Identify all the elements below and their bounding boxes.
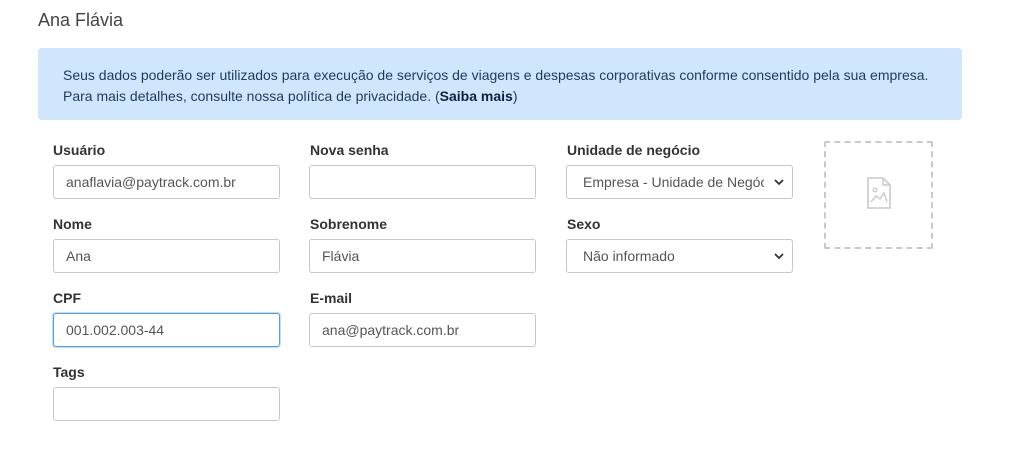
sobrenome-input[interactable]	[309, 239, 536, 273]
chevron-down-icon	[774, 179, 784, 186]
sexo-label: Sexo	[567, 216, 601, 232]
unidade-label: Unidade de negócio	[567, 142, 701, 158]
image-file-icon	[867, 177, 891, 209]
sexo-select[interactable]: Não informado	[566, 239, 793, 273]
saiba-mais-link[interactable]: Saiba mais	[440, 88, 513, 104]
chevron-down-icon	[774, 253, 784, 260]
nome-label: Nome	[53, 216, 92, 232]
photo-upload-area[interactable]	[824, 141, 933, 249]
nova-senha-label: Nova senha	[310, 142, 389, 158]
tags-input[interactable]	[53, 387, 280, 421]
email-input[interactable]	[309, 313, 536, 347]
nome-input[interactable]	[53, 239, 280, 273]
usuario-input[interactable]	[53, 165, 280, 199]
nova-senha-input[interactable]	[309, 165, 536, 199]
usuario-label: Usuário	[53, 142, 106, 158]
page-title: Ana Flávia	[38, 10, 124, 30]
sexo-selected-value: Não informado	[583, 248, 675, 264]
sobrenome-label: Sobrenome	[310, 216, 388, 232]
tags-label: Tags	[53, 364, 85, 380]
unidade-select[interactable]: Empresa - Unidade de Negócio	[566, 165, 793, 199]
privacy-notice: Seus dados poderão ser utilizados para e…	[38, 48, 962, 120]
cpf-label: CPF	[53, 290, 81, 306]
cpf-input[interactable]	[53, 313, 280, 347]
privacy-notice-text-end: )	[512, 88, 518, 104]
email-label: E-mail	[310, 290, 353, 306]
unidade-selected-value: Empresa - Unidade de Negócio	[583, 174, 764, 190]
